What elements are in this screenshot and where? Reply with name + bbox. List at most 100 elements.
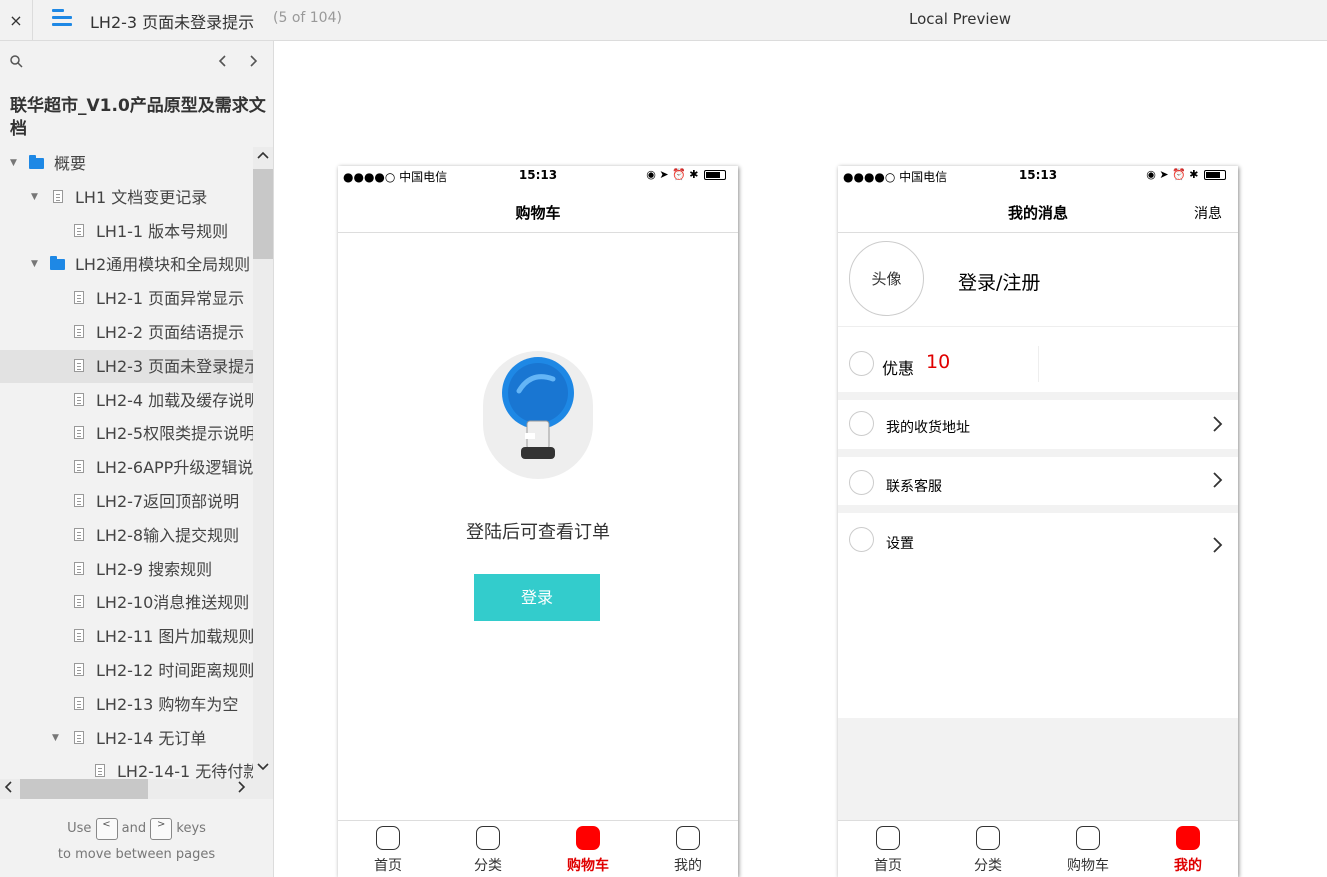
tab-item[interactable]: 分类 — [938, 821, 1038, 877]
nav-bar: 购物车 — [338, 186, 738, 233]
tree-item-label: LH2-9 搜索规则 — [96, 559, 213, 579]
scroll-right-icon[interactable] — [238, 781, 246, 796]
coupon-label[interactable]: 优惠 — [882, 355, 914, 379]
login-button[interactable]: 登录 — [474, 574, 600, 621]
tree-item[interactable]: ▼ LH2通用模块和全局规则 — [0, 248, 253, 281]
login-register-link[interactable]: 登录/注册 — [958, 268, 1040, 295]
horizontal-scroll-thumb[interactable] — [20, 779, 148, 799]
tab-item[interactable]: 首页 — [838, 821, 938, 877]
page-icon — [74, 561, 84, 575]
expand-caret-icon[interactable]: ▼ — [52, 722, 59, 755]
battery-icon — [1204, 170, 1226, 180]
page-icon — [74, 696, 84, 710]
section-gap — [838, 392, 1238, 400]
tab-item[interactable]: 我的 — [638, 821, 738, 877]
expand-caret-icon[interactable]: ▼ — [10, 147, 17, 180]
status-bar: ●●●●○ 中国电信 15:13 ◉ ➤ ⏰ ✱ — [838, 166, 1238, 186]
tree-item[interactable]: LH2-1 页面异常显示 — [0, 282, 253, 315]
tab-bar: 首页 分类 购物车 我的 — [838, 820, 1238, 877]
tab-label: 购物车 — [1067, 858, 1109, 874]
tab-label: 首页 — [374, 858, 402, 874]
tree-item-label: LH2-1 页面异常显示 — [96, 289, 245, 309]
coupon-count: 10 — [926, 351, 951, 373]
tab-item[interactable]: 首页 — [338, 821, 438, 877]
divider — [1038, 346, 1039, 382]
tab-icon — [876, 826, 900, 850]
page-icon — [74, 426, 84, 440]
tree-item[interactable]: LH2-4 加载及缓存说明 — [0, 384, 253, 417]
hint-use: Use — [67, 821, 92, 836]
divider — [838, 326, 1238, 327]
previous-page-icon[interactable] — [218, 53, 228, 72]
tree-item[interactable]: LH2-7返回顶部说明 — [0, 485, 253, 518]
status-bar: ●●●●○ 中国电信 15:13 ◉ ➤ ⏰ ✱ — [338, 166, 738, 186]
tree-item[interactable]: LH2-6APP升级逻辑说明 — [0, 451, 253, 484]
avatar[interactable]: 头像 — [849, 241, 924, 316]
tree-item-label: LH2-14 无订单 — [96, 728, 207, 748]
tree-item-label: LH2-2 页面结语提示 — [96, 323, 245, 342]
tree-item[interactable]: LH2-10消息推送规则 — [0, 586, 253, 619]
page-title: LH2-3 页面未登录提示 — [90, 13, 255, 32]
address-icon — [849, 411, 874, 436]
page-icon — [74, 527, 84, 541]
settings-icon — [849, 527, 874, 552]
tree-item-label: LH2-14-1 无待付款 — [117, 762, 253, 779]
tree-item[interactable]: LH2-8输入提交规则 — [0, 519, 253, 552]
next-page-icon[interactable] — [248, 53, 258, 72]
tree-item[interactable]: LH2-5权限类提示说明 — [0, 417, 253, 450]
tree-item-label: LH2-10消息推送规则 — [96, 593, 250, 613]
tree-item[interactable]: ▼ LH2-14 无订单 — [0, 722, 253, 755]
phone-mine-screen: ●●●●○ 中国电信 15:13 ◉ ➤ ⏰ ✱ 我的消息 消息 头像 登录/注… — [838, 166, 1238, 877]
chevron-right-icon — [1212, 415, 1224, 438]
tree-item-label: LH2通用模块和全局规则 — [75, 255, 251, 275]
horizontal-scrollbar[interactable] — [0, 779, 273, 799]
tree-item-label: LH1 文档变更记录 — [75, 187, 208, 207]
vertical-scrollbar[interactable] — [253, 147, 273, 779]
coupon-icon — [849, 351, 874, 376]
tree-item-label: LH2-4 加载及缓存说明 — [96, 390, 253, 410]
expand-caret-icon[interactable]: ▼ — [31, 181, 38, 214]
sidebar: 联华超市_V1.0产品原型及需求文档 ▼ 概要 ▼ LH1 文档变更记录 LH1-1 版… — [0, 41, 274, 877]
scroll-up-icon[interactable] — [257, 149, 269, 162]
tree-item[interactable]: LH2-2 页面结语提示 — [0, 316, 253, 349]
keyboard-hint: Use < and > keys to move between pages — [0, 816, 273, 868]
messages-link[interactable]: 消息 — [1194, 203, 1222, 223]
expand-caret-icon[interactable]: ▼ — [31, 248, 38, 281]
close-icon: × — [9, 10, 23, 30]
tree-item[interactable]: LH2-9 搜索规则 — [0, 553, 253, 586]
chevron-right-icon — [1212, 471, 1224, 494]
page-icon — [95, 764, 105, 778]
tree-item-label: LH2-13 购物车为空 — [96, 694, 239, 714]
empty-area — [838, 718, 1238, 820]
tree-item[interactable]: ▼ LH1 文档变更记录 — [0, 181, 253, 214]
tab-label: 我的 — [674, 858, 702, 874]
page-icon — [74, 223, 84, 237]
battery-icon — [704, 170, 726, 180]
tree-item[interactable]: LH2-11 图片加载规则 — [0, 620, 253, 653]
tab-item[interactable]: 分类 — [438, 821, 538, 877]
tree-item[interactable]: ▼ 概要 — [0, 147, 253, 180]
tree-item[interactable]: LH2-3 页面未登录提示 — [0, 349, 253, 383]
hint-and: and — [121, 821, 147, 836]
tab-item[interactable]: 购物车 — [538, 821, 638, 877]
tree-item[interactable]: LH2-13 购物车为空 — [0, 688, 253, 721]
tree-item[interactable]: LH2-14-1 无待付款 — [0, 755, 253, 779]
tab-item[interactable]: 购物车 — [1038, 821, 1138, 877]
folder-icon — [50, 256, 65, 271]
tree-item[interactable]: LH1-1 版本号规则 — [0, 215, 253, 248]
search-icon[interactable] — [10, 55, 23, 72]
close-button[interactable]: × — [0, 0, 33, 40]
nav-title: 我的消息 — [1007, 204, 1068, 222]
tab-item[interactable]: 我的 — [1138, 821, 1238, 877]
scroll-left-icon[interactable] — [4, 781, 12, 796]
tab-icon — [1076, 826, 1100, 850]
page-icon — [74, 663, 84, 676]
tree-item[interactable]: LH2-12 时间距离规则 — [0, 654, 253, 687]
vertical-scroll-thumb[interactable] — [253, 169, 273, 259]
customer-service-icon — [849, 470, 874, 495]
scroll-down-icon[interactable] — [257, 761, 269, 774]
page-icon — [74, 730, 84, 744]
tab-icon — [1176, 826, 1200, 850]
section-gap — [838, 505, 1238, 513]
hamburger-menu-icon[interactable] — [52, 8, 74, 28]
